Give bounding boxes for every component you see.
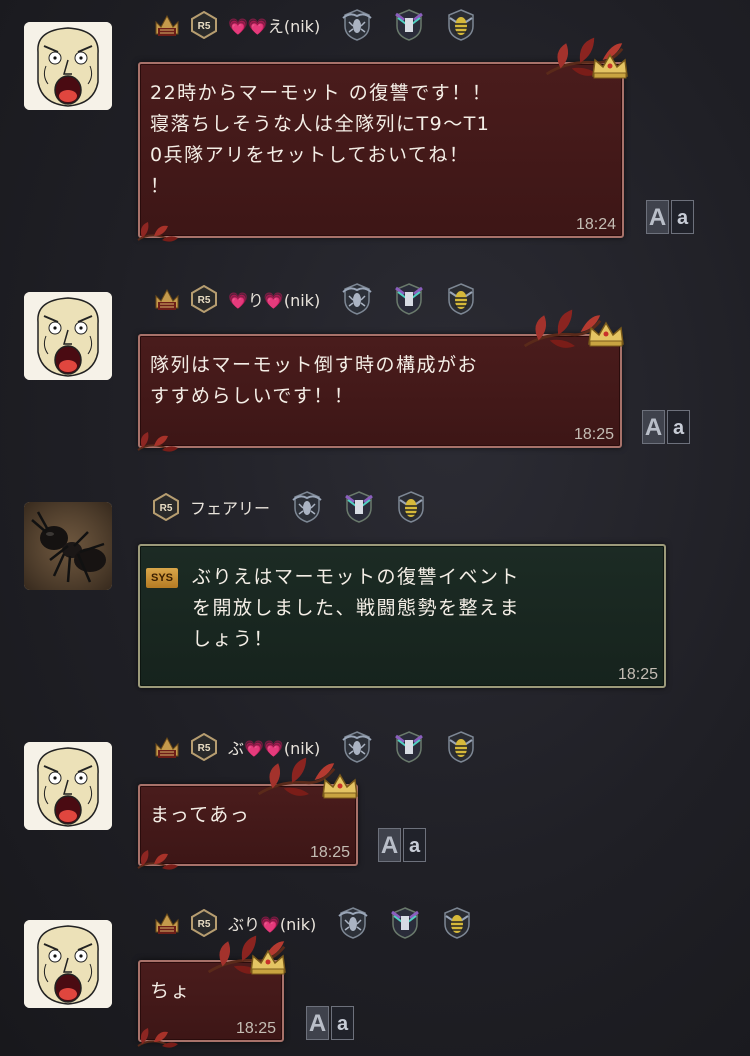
message-time: 18:25 xyxy=(617,666,658,683)
message-bubble[interactable]: 22時からマーモット の復讐です！！ 寝落ちしそうな人は全隊列にT9〜T1 0兵… xyxy=(138,62,624,238)
emblem-group xyxy=(340,282,478,316)
rank-r5-badge xyxy=(190,733,218,761)
message-time: 18:24 xyxy=(575,216,616,233)
message-bubble[interactable]: まってあっ 18:25 xyxy=(138,784,358,866)
crown-badge-icon xyxy=(152,732,182,762)
emblem-group xyxy=(336,906,474,940)
emblem-group xyxy=(340,730,478,764)
beetle-emblem-icon xyxy=(388,906,422,940)
screaming-face-icon xyxy=(24,742,112,830)
system-message-bubble[interactable]: SYS ぶりえはマーモットの復讐イベント を開放しました、戦闘態勢を整えま しょ… xyxy=(138,544,666,688)
insect-emblem-icon xyxy=(340,8,374,42)
crown-badge-icon xyxy=(152,908,182,938)
bee-emblem-icon xyxy=(444,8,478,42)
crown-badge-icon xyxy=(152,10,182,40)
beetle-emblem-icon xyxy=(392,8,426,42)
sender-name[interactable]: ぶ💗💗(nik) xyxy=(228,735,320,759)
sender-name[interactable]: 💗り💗(nik) xyxy=(228,287,320,311)
message-bubble[interactable]: 隊列はマーモット倒す時の構成がお すすめらしいです！！ 18:25 xyxy=(138,334,622,448)
screaming-face-icon xyxy=(24,22,112,110)
rank-r5-badge xyxy=(190,11,218,39)
ant-icon xyxy=(24,502,112,590)
rank-r5-badge xyxy=(190,285,218,313)
rank-r5-badge xyxy=(152,493,180,521)
translate-button[interactable]: A a xyxy=(642,410,690,444)
message-header: フェアリー xyxy=(152,490,428,524)
sender-name[interactable]: フェアリー xyxy=(190,495,270,519)
message-bubble[interactable]: ちょ 18:25 xyxy=(138,960,284,1042)
avatar[interactable] xyxy=(24,292,112,380)
avatar[interactable] xyxy=(24,742,112,830)
bee-emblem-icon xyxy=(440,906,474,940)
bee-emblem-icon xyxy=(394,490,428,524)
sender-name[interactable]: ぶり💗(nik) xyxy=(228,911,316,935)
message-time: 18:25 xyxy=(573,426,614,443)
message-text: 22時からマーモット の復讐です！！ 寝落ちしそうな人は全隊列にT9〜T1 0兵… xyxy=(150,82,493,197)
insect-emblem-icon xyxy=(290,490,324,524)
rank-r5-badge xyxy=(190,909,218,937)
beetle-emblem-icon xyxy=(392,282,426,316)
message-time: 18:25 xyxy=(235,1020,276,1037)
screaming-face-icon xyxy=(24,292,112,380)
bee-emblem-icon xyxy=(444,282,478,316)
message-header: 💗り💗(nik) xyxy=(152,282,478,316)
beetle-emblem-icon xyxy=(392,730,426,764)
avatar[interactable] xyxy=(24,920,112,1008)
insect-emblem-icon xyxy=(340,730,374,764)
message-header: 💗💗え(nik) xyxy=(152,8,478,42)
avatar[interactable] xyxy=(24,22,112,110)
screaming-face-icon xyxy=(24,920,112,1008)
translate-button[interactable]: A a xyxy=(378,828,426,862)
sender-name[interactable]: 💗💗え(nik) xyxy=(228,13,320,37)
bee-emblem-icon xyxy=(444,730,478,764)
crown-badge-icon xyxy=(152,284,182,314)
message-text: 隊列はマーモット倒す時の構成がお すすめらしいです！！ xyxy=(150,354,479,407)
sys-tag-badge: SYS xyxy=(146,568,178,588)
message-header: ぶ💗💗(nik) xyxy=(152,730,478,764)
translate-button[interactable]: A a xyxy=(306,1006,354,1040)
translate-button[interactable]: A a xyxy=(646,200,694,234)
message-header: ぶり💗(nik) xyxy=(152,906,474,940)
message-text: まってあっ xyxy=(150,804,251,826)
message-text: ぶりえはマーモットの復讐イベント を開放しました、戦闘態勢を整えま しょう！ xyxy=(192,566,521,650)
emblem-group xyxy=(340,8,478,42)
message-text: ちょ xyxy=(150,980,192,1002)
insect-emblem-icon xyxy=(336,906,370,940)
beetle-emblem-icon xyxy=(342,490,376,524)
insect-emblem-icon xyxy=(340,282,374,316)
avatar[interactable] xyxy=(24,502,112,590)
emblem-group xyxy=(290,490,428,524)
message-time: 18:25 xyxy=(309,844,350,861)
